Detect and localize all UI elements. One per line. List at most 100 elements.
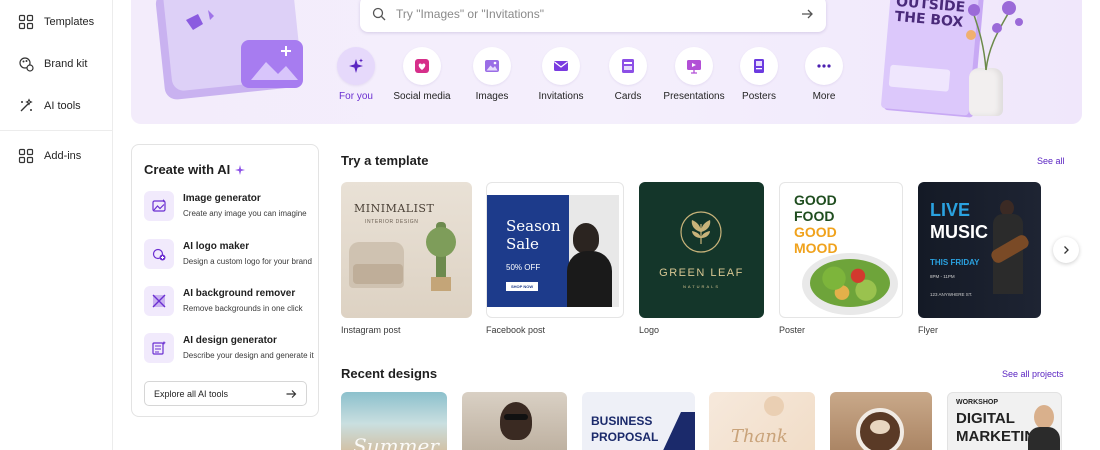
category-invitations[interactable]: Invitations	[526, 47, 596, 102]
hero-illustration-left	[155, 0, 303, 100]
recent-design-5[interactable]	[830, 392, 932, 450]
template-logo[interactable]: GREEN LEAF NATURALS	[639, 182, 764, 318]
template-text: 123 ANYWHERE ST.	[930, 292, 973, 297]
category-label: Invitations	[538, 91, 584, 102]
envelope-icon	[554, 61, 568, 71]
recent-design-1[interactable]: Summer	[341, 392, 447, 450]
image-icon	[485, 60, 499, 72]
see-all-templates-link[interactable]: See all	[1037, 156, 1065, 166]
template-instagram-post[interactable]: MINIMALIST INTERIOR DESIGN	[341, 182, 472, 318]
logo-maker-icon	[152, 248, 166, 261]
template-label: Logo	[639, 325, 660, 335]
sidebar-item-add-ins[interactable]: Add-ins	[18, 148, 81, 164]
category-posters[interactable]: Posters	[724, 47, 794, 102]
recent-design-text: DIGITAL	[956, 410, 1015, 427]
heart-icon	[415, 59, 429, 73]
category-presentations[interactable]: Presentations	[659, 47, 729, 102]
template-facebook-post[interactable]: Season Sale 50% OFF SHOP NOW	[486, 182, 624, 318]
ai-panel-title-text: Create with AI	[144, 162, 231, 177]
template-text: 50% OFF	[506, 263, 541, 272]
add-ins-icon	[18, 148, 34, 164]
explore-ai-tools-button[interactable]: Explore all AI tools	[144, 381, 307, 406]
template-flyer[interactable]: LIVE MUSIC THIS FRIDAY 8PM - 11PM 123 AN…	[918, 182, 1041, 318]
recent-design-text: PROPOSAL	[591, 430, 659, 444]
template-text: Season	[506, 217, 561, 235]
search-bar[interactable]	[360, 0, 826, 32]
template-text: Sale	[506, 235, 539, 253]
category-for-you[interactable]: For you	[321, 47, 391, 102]
create-with-ai-card: Create with AI Image generator Create any…	[131, 144, 319, 417]
sidebar-item-label: Brand kit	[44, 58, 88, 70]
sparkle-icon	[349, 58, 363, 73]
category-more[interactable]: More	[789, 47, 859, 102]
template-poster[interactable]: GOOD FOOD GOOD MOOD	[779, 182, 903, 318]
template-text: MUSIC	[930, 222, 988, 242]
category-label: For you	[339, 91, 373, 102]
sidebar-item-label: Templates	[44, 16, 95, 28]
hero-illustration-right: OUTSIDE THE BOX	[880, 0, 1081, 124]
category-cards[interactable]: Cards	[593, 47, 663, 102]
sidebar-item-label: AI tools	[44, 100, 81, 112]
template-text: MINIMALIST	[354, 202, 435, 215]
ai-tool-title: Image generator	[183, 193, 261, 204]
sidebar: Templates Brand kit AI tools Add-ins	[0, 0, 113, 450]
poster-icon	[754, 59, 764, 73]
ai-panel-title: Create with AI	[144, 162, 246, 177]
sidebar-divider	[0, 130, 112, 131]
sidebar-item-ai-tools[interactable]: AI tools	[18, 98, 81, 114]
ai-tool-image-generator[interactable]: Image generator Create any image you can …	[144, 191, 318, 221]
ai-tool-logo-maker[interactable]: AI logo maker Design a custom logo for yo…	[144, 239, 318, 269]
recent-design-2[interactable]	[462, 392, 567, 450]
sidebar-item-brand-kit[interactable]: Brand kit	[18, 56, 87, 72]
ai-tool-desc: Create any image you can imagine	[183, 209, 307, 218]
template-text: INTERIOR DESIGN	[365, 219, 419, 225]
presentation-icon	[687, 60, 701, 74]
template-label: Poster	[779, 325, 806, 335]
app-root: Templates Brand kit AI tools Add-ins Try…	[0, 0, 1100, 450]
recent-design-text: WORKSHOP	[956, 399, 998, 406]
sparkle-icon	[235, 164, 246, 175]
ai-tool-title: AI design generator	[183, 335, 277, 346]
ai-tool-background-remover[interactable]: AI background remover Remove backgrounds …	[144, 286, 318, 316]
templates-icon	[18, 14, 34, 30]
template-text: LIVE	[930, 200, 971, 220]
ai-tool-desc: Describe your design and generate it	[183, 351, 314, 360]
see-all-projects-link[interactable]: See all projects	[1002, 369, 1064, 379]
template-label: Instagram post	[341, 325, 401, 335]
category-label: Social media	[393, 91, 451, 102]
arrow-right-icon	[286, 389, 297, 398]
recent-design-6[interactable]: WORKSHOP DIGITAL MARKETING	[947, 392, 1062, 450]
design-generator-icon	[152, 341, 166, 355]
card-icon	[622, 59, 634, 73]
arrow-right-icon[interactable]	[800, 7, 814, 21]
leaf-logo-icon	[680, 211, 722, 253]
category-label: Presentations	[663, 91, 725, 102]
search-icon	[372, 7, 386, 21]
ai-tool-title: AI logo maker	[183, 241, 250, 252]
template-text: NATURALS	[682, 284, 721, 289]
template-text: MOOD	[794, 240, 838, 256]
category-label: Cards	[614, 91, 642, 102]
template-label: Flyer	[918, 325, 938, 335]
recent-design-text: Thank	[731, 426, 788, 447]
recent-design-3[interactable]: BUSINESS PROPOSAL	[582, 392, 695, 450]
templates-section-title: Try a template	[341, 153, 429, 168]
background-remover-icon	[152, 294, 166, 308]
search-input[interactable]	[396, 7, 800, 21]
brand-kit-icon	[19, 57, 34, 72]
explore-label: Explore all AI tools	[154, 388, 229, 399]
sidebar-item-templates[interactable]: Templates	[18, 14, 94, 30]
template-text: SHOP NOW	[506, 282, 539, 291]
carousel-next-button[interactable]	[1053, 237, 1079, 263]
recent-design-4[interactable]: Thank	[709, 392, 815, 450]
template-text: GOOD	[794, 192, 837, 208]
sidebar-item-label: Add-ins	[44, 150, 82, 162]
ai-tool-title: AI background remover	[183, 288, 296, 299]
category-social-media[interactable]: Social media	[387, 47, 457, 102]
category-label: Images	[475, 91, 509, 102]
hero-banner: For you Social media Images Invitations …	[131, 0, 1082, 124]
category-label: Posters	[742, 91, 776, 102]
ai-tool-design-generator[interactable]: AI design generator Describe your design …	[144, 333, 318, 363]
template-text: GREEN LEAF	[659, 267, 744, 279]
category-images[interactable]: Images	[457, 47, 527, 102]
